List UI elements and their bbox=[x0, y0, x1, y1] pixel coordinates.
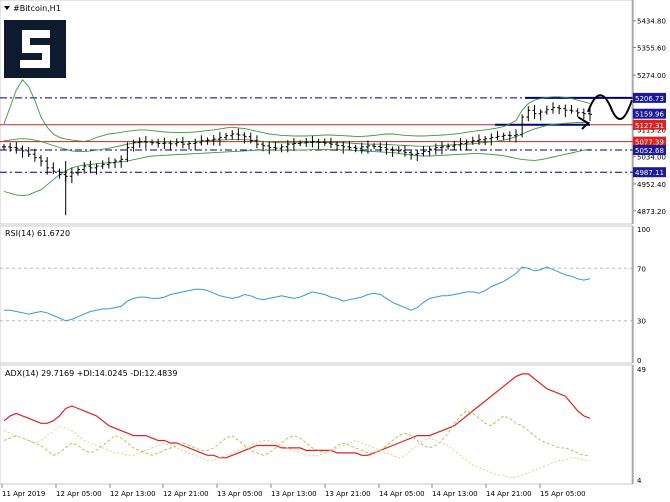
price-level-label: 5159.96 bbox=[635, 111, 664, 119]
x-tick-label: 14 Apr 05:00 bbox=[379, 490, 425, 498]
rsi-tick-label: 30 bbox=[637, 318, 646, 326]
x-tick-label: 14 Apr 13:00 bbox=[432, 490, 478, 498]
price-tick-label: 5274.00 bbox=[637, 72, 666, 80]
price-level-label: 5052.68 bbox=[635, 147, 664, 155]
price-level-label: 4987.11 bbox=[635, 169, 664, 177]
x-tick-label: 14 Apr 21:00 bbox=[486, 490, 532, 498]
symbol-menu[interactable]: #Bitcoin,H1 bbox=[4, 4, 61, 13]
adx-panel bbox=[0, 364, 633, 485]
price-level-label: 5206.73 bbox=[635, 95, 664, 103]
price-panel bbox=[0, 0, 633, 225]
rsi-tick-label: 100 bbox=[637, 226, 650, 234]
rsi-tick-label: 0 bbox=[637, 357, 641, 365]
brand-logo bbox=[4, 20, 66, 78]
rsi-title: RSI(14) 61.6720 bbox=[5, 229, 70, 238]
rsi-tick-label: 70 bbox=[637, 265, 646, 273]
adx-title: ADX(14) 29.7169 +DI:14.0245 -DI:12.4839 bbox=[5, 369, 177, 378]
rsi-panel bbox=[0, 225, 633, 364]
x-tick-label: 11 Apr 2019 bbox=[2, 490, 45, 498]
adx-tick-label: 49 bbox=[637, 366, 646, 374]
x-tick-label: 13 Apr 21:00 bbox=[325, 490, 371, 498]
x-tick-label: 12 Apr 13:00 bbox=[110, 490, 156, 498]
window-title: #Bitcoin,H1 bbox=[13, 4, 61, 13]
x-tick-label: 12 Apr 05:00 bbox=[56, 490, 102, 498]
x-tick-label: 15 Apr 05:00 bbox=[540, 490, 586, 498]
x-tick-label: 13 Apr 05:00 bbox=[217, 490, 263, 498]
price-tick-label: 5355.60 bbox=[637, 44, 666, 52]
price-tick-label: 4873.20 bbox=[637, 208, 666, 216]
adx-tick-label: 4 bbox=[637, 477, 642, 485]
price-level-label: 5127.31 bbox=[635, 122, 664, 130]
chart-canvas: #Bitcoin,H1 RSI(14) 61.6720 ADX(14) 29.7… bbox=[0, 0, 666, 498]
x-tick-label: 13 Apr 13:00 bbox=[271, 490, 317, 498]
x-tick-label: 12 Apr 21:00 bbox=[163, 490, 209, 498]
price-tick-label: 4952.40 bbox=[637, 181, 666, 189]
price-tick-label: 5434.80 bbox=[637, 18, 666, 26]
